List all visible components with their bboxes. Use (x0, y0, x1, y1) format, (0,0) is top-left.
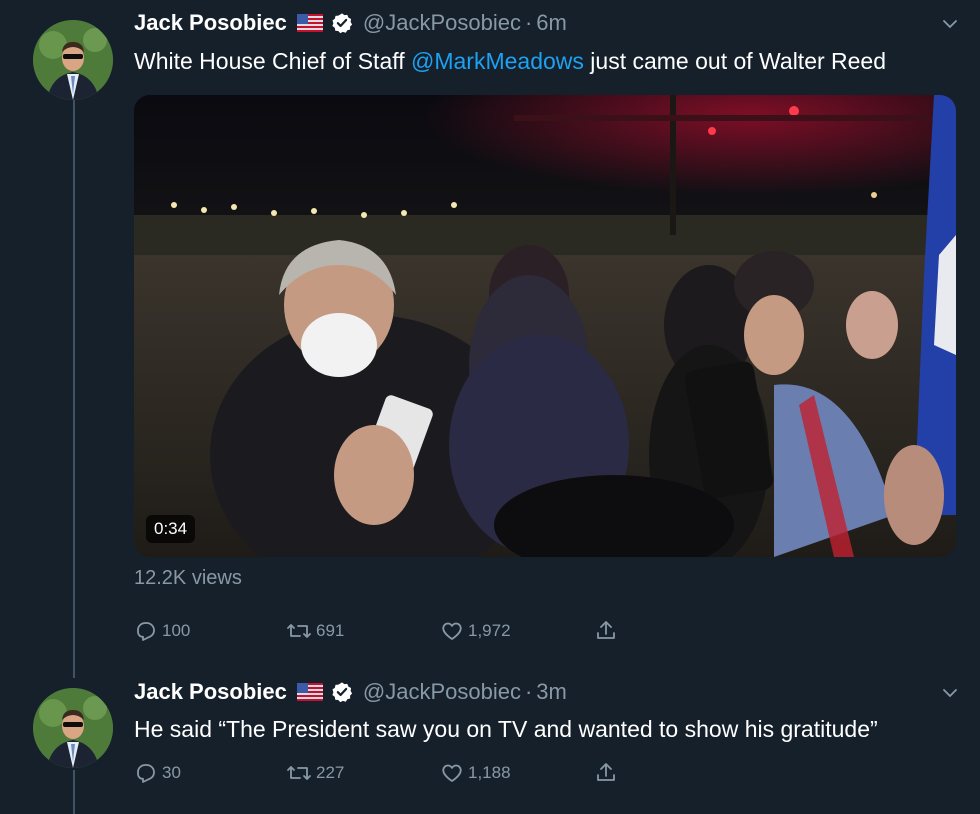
retweet-count: 227 (316, 763, 345, 782)
mention-link[interactable]: @MarkMeadows (411, 48, 584, 74)
display-name[interactable]: Jack Posobiec (134, 10, 287, 36)
display-name[interactable]: Jack Posobiec (134, 679, 287, 705)
tweet-text: He said “The President saw you on TV and… (134, 716, 878, 742)
retweet-button[interactable]: 691 (286, 619, 344, 643)
chevron-down-icon[interactable] (940, 14, 960, 39)
tweet-header: Jack Posobiec @JackPosobiec · 3m (134, 679, 567, 705)
share-icon (597, 621, 615, 639)
thread-line (73, 100, 75, 678)
handle[interactable]: @JackPosobiec (363, 679, 521, 705)
verified-badge-icon (331, 12, 353, 34)
reply-count: 30 (162, 763, 181, 782)
tweet-text: White House Chief of Staff @MarkMeadows … (134, 48, 886, 75)
us-flag-icon (296, 683, 323, 701)
us-flag-icon (296, 14, 323, 32)
separator-dot: · (524, 10, 533, 35)
chevron-down-icon[interactable] (940, 683, 960, 708)
verified-badge-icon (331, 681, 353, 703)
tweet-text-after: just came out of Walter Reed (583, 48, 887, 74)
like-button[interactable]: 1,972 (440, 619, 511, 643)
share-button[interactable] (594, 761, 622, 785)
video-player[interactable] (134, 95, 956, 557)
thread-line (73, 770, 75, 814)
reply-button[interactable]: 30 (134, 761, 181, 785)
reply-icon (137, 622, 155, 641)
video-duration: 0:34 (146, 515, 196, 543)
like-icon (442, 764, 462, 782)
like-icon (442, 622, 462, 640)
reply-count: 100 (162, 621, 191, 640)
tweet-header: Jack Posobiec @JackPosobiec · 6m (134, 10, 567, 36)
like-count: 1,188 (468, 763, 511, 782)
avatar[interactable] (33, 20, 113, 100)
timestamp[interactable]: 6m (536, 10, 567, 36)
retweet-count: 691 (316, 621, 345, 640)
reply-button[interactable]: 100 (134, 619, 190, 643)
avatar[interactable] (33, 688, 113, 768)
timestamp[interactable]: 3m (536, 679, 567, 705)
tweet-text-before: White House Chief of Staff (134, 48, 411, 74)
reply-icon (137, 764, 155, 783)
separator-dot: · (524, 679, 533, 704)
handle[interactable]: @JackPosobiec (363, 10, 521, 36)
like-button[interactable]: 1,188 (440, 761, 511, 785)
retweet-icon (287, 624, 311, 638)
share-button[interactable] (594, 619, 622, 643)
retweet-button[interactable]: 227 (286, 761, 344, 785)
like-count: 1,972 (468, 621, 511, 640)
view-count: 12.2K views (134, 567, 242, 589)
share-icon (597, 763, 615, 781)
retweet-icon (287, 766, 311, 780)
